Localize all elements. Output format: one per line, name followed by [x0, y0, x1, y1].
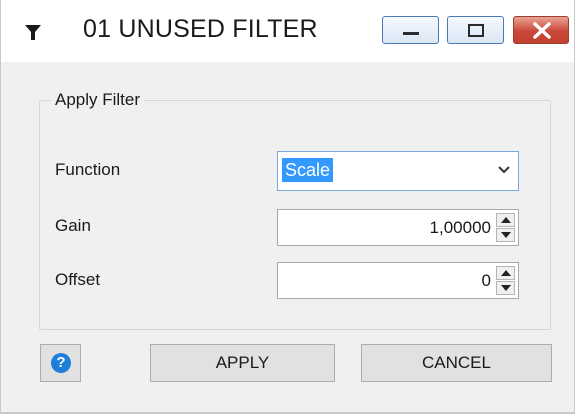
group-title: Apply Filter: [51, 90, 145, 110]
filter-icon: [24, 24, 42, 42]
function-select[interactable]: Scale: [277, 151, 519, 191]
close-icon: [533, 22, 551, 39]
window-title: 01 UNUSED FILTER: [83, 15, 318, 43]
maximize-button[interactable]: [447, 16, 504, 44]
minimize-button[interactable]: [382, 16, 439, 44]
gain-stepper[interactable]: 1,00000: [277, 209, 519, 246]
help-button[interactable]: ?: [40, 344, 81, 382]
arrow-down-icon: [501, 285, 511, 291]
gain-decrement-button[interactable]: [496, 228, 515, 242]
gain-value: 1,00000: [429, 218, 491, 237]
close-button[interactable]: [513, 16, 569, 44]
arrow-down-icon: [501, 232, 511, 238]
offset-value: 0: [481, 271, 491, 290]
minimize-icon: [403, 32, 419, 35]
maximize-icon: [468, 24, 484, 37]
function-select-value: Scale: [282, 158, 334, 182]
apply-button[interactable]: APPLY: [150, 344, 335, 382]
cancel-button[interactable]: CANCEL: [361, 344, 552, 382]
function-label: Function: [55, 160, 121, 179]
offset-stepper[interactable]: 0: [277, 262, 519, 299]
chevron-down-icon: [498, 166, 510, 174]
gain-increment-button[interactable]: [496, 213, 515, 227]
gain-spin-buttons: [496, 213, 515, 242]
offset-spin-buttons: [496, 266, 515, 295]
filter-dialog: 01 UNUSED FILTER Apply Filter Function S…: [0, 0, 575, 414]
arrow-up-icon: [501, 270, 511, 276]
title-bar[interactable]: 01 UNUSED FILTER: [1, 0, 574, 62]
offset-label: Offset: [55, 270, 101, 289]
offset-increment-button[interactable]: [496, 266, 515, 280]
offset-decrement-button[interactable]: [496, 281, 515, 295]
gain-label: Gain: [55, 216, 91, 235]
help-icon: ?: [51, 353, 71, 373]
arrow-up-icon: [501, 217, 511, 223]
